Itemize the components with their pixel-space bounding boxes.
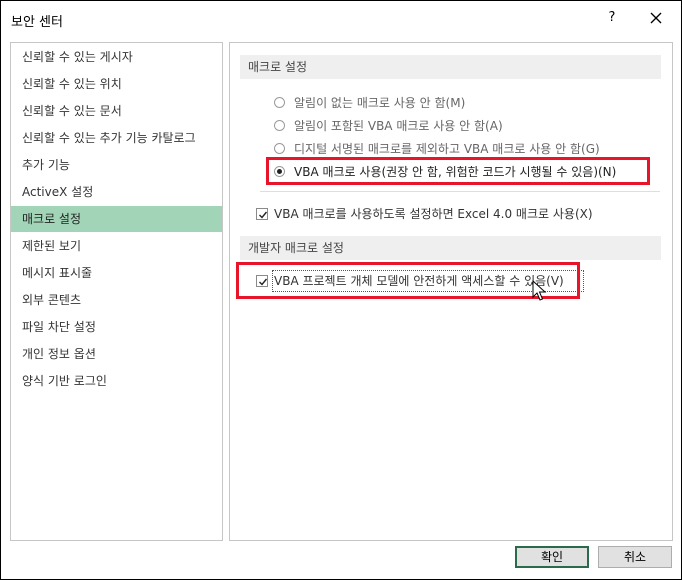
sidebar-item-trusted-locations[interactable]: 신뢰할 수 있는 위치 bbox=[11, 71, 222, 97]
close-button[interactable] bbox=[645, 7, 667, 29]
sidebar-item-trusted-publishers[interactable]: 신뢰할 수 있는 게시자 bbox=[11, 44, 222, 70]
sidebar-item-trusted-documents[interactable]: 신뢰할 수 있는 문서 bbox=[11, 98, 222, 124]
ok-button[interactable]: 확인 bbox=[515, 546, 589, 568]
radio-label: 디지털 서명된 매크로를 제외하고 VBA 매크로 사용 안 함(G) bbox=[294, 142, 600, 156]
highlight-box bbox=[266, 157, 650, 185]
checkmark-icon bbox=[259, 211, 268, 219]
dialog-title: 보안 센터 bbox=[11, 15, 63, 30]
highlight-box bbox=[236, 262, 580, 299]
sidebar-item-protected-view[interactable]: 제한된 보기 bbox=[11, 233, 222, 259]
divider bbox=[260, 191, 660, 192]
sidebar-item-macro-settings[interactable]: 매크로 설정 bbox=[11, 206, 222, 232]
sidebar-item-external-content[interactable]: 외부 콘텐츠 bbox=[11, 287, 222, 313]
radio-button[interactable] bbox=[274, 143, 285, 154]
radio-button[interactable] bbox=[274, 120, 285, 131]
close-icon bbox=[650, 12, 662, 24]
radio-label: 알림이 없는 매크로 사용 안 함(M) bbox=[294, 96, 466, 110]
mouse-cursor-icon bbox=[532, 280, 547, 301]
sidebar-item-addins[interactable]: 추가 기능 bbox=[11, 152, 222, 178]
radio-button[interactable] bbox=[274, 97, 285, 108]
settings-panel: 매크로 설정 알림이 없는 매크로 사용 안 함(M) 알림이 포함된 VBA … bbox=[229, 42, 673, 541]
sidebar-item-privacy-options[interactable]: 개인 정보 옵션 bbox=[11, 341, 222, 367]
developer-macro-settings-header: 개발자 매크로 설정 bbox=[240, 236, 661, 260]
sidebar-item-file-block-settings[interactable]: 파일 차단 설정 bbox=[11, 314, 222, 340]
checkbox[interactable] bbox=[256, 208, 268, 220]
help-button[interactable]: ? bbox=[601, 7, 623, 29]
checkbox-label: VBA 매크로를 사용하도록 설정하면 Excel 4.0 매크로 사용(X) bbox=[274, 207, 593, 221]
macro-settings-header: 매크로 설정 bbox=[240, 55, 661, 79]
sidebar-item-trusted-addin-catalogs[interactable]: 신뢰할 수 있는 추가 기능 카탈로그 bbox=[11, 125, 222, 151]
trust-center-dialog: 보안 센터 ? 신뢰할 수 있는 게시자 신뢰할 수 있는 위치 신뢰할 수 있… bbox=[0, 0, 682, 580]
radio-label: 알림이 포함된 VBA 매크로 사용 안 함(A) bbox=[294, 119, 503, 133]
cancel-button[interactable]: 취소 bbox=[598, 546, 672, 568]
sidebar-item-form-based-signin[interactable]: 양식 기반 로그인 bbox=[11, 368, 222, 394]
title-bar: 보안 센터 ? bbox=[1, 1, 681, 35]
sidebar-item-activex-settings[interactable]: ActiveX 설정 bbox=[11, 179, 222, 205]
sidebar-item-message-bar[interactable]: 메시지 표시줄 bbox=[11, 260, 222, 286]
category-sidebar: 신뢰할 수 있는 게시자 신뢰할 수 있는 위치 신뢰할 수 있는 문서 신뢰할… bbox=[10, 42, 223, 541]
